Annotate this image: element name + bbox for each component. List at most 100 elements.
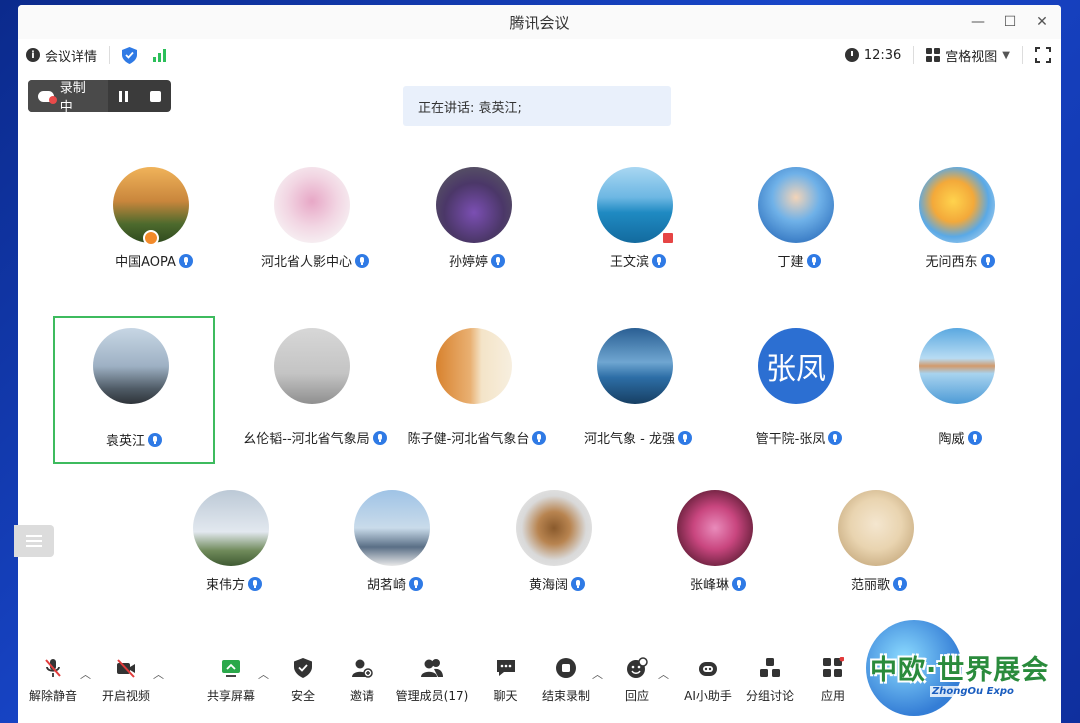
- participant-tile[interactable]: 张凤 管干院-张凤: [718, 316, 880, 464]
- participant-name: 孙婷婷: [448, 255, 488, 270]
- share-screen-label: 共享屏幕: [206, 689, 255, 703]
- mic-muted-icon: [45, 659, 61, 677]
- chat-icon: [496, 660, 515, 676]
- start-video-button[interactable]: 开启视频: [101, 654, 151, 704]
- members-icon: [421, 659, 443, 677]
- chevron-up-icon[interactable]: ︿: [658, 666, 669, 682]
- avatar: [597, 328, 673, 404]
- signal-icon[interactable]: [153, 48, 167, 62]
- breakout-button[interactable]: 分组讨论: [744, 654, 796, 704]
- avatar-text: 张凤: [766, 352, 826, 387]
- chevron-up-icon[interactable]: ︿: [153, 666, 164, 682]
- avatar: [93, 328, 169, 404]
- participant-name: 管干院-张凤: [755, 432, 826, 447]
- avatar: 张凤: [758, 328, 834, 404]
- grid-view-icon: [926, 48, 941, 62]
- mic-icon: [491, 253, 505, 268]
- end-recording-button[interactable]: 结束录制: [540, 654, 592, 704]
- participant-tile[interactable]: 丁建: [718, 155, 880, 303]
- top-right-controls: 12:36 宫格视图 ▼: [844, 39, 1051, 71]
- security-label: 安全: [290, 689, 315, 703]
- avatar: [919, 167, 995, 243]
- participant-tile[interactable]: 中国AOPA: [73, 155, 235, 303]
- meeting-timer: 12:36: [844, 48, 901, 63]
- mic-icon: [677, 430, 692, 445]
- participant-tile[interactable]: 陈子健-河北省气象台: [396, 316, 558, 464]
- manage-members-button[interactable]: 管理成员(17): [395, 654, 469, 704]
- watermark-logo: 中欧·世界展会 ZhongOu Expo: [860, 620, 1080, 723]
- security-button[interactable]: 安全: [283, 654, 323, 704]
- reactions-button[interactable]: 回应: [618, 654, 656, 704]
- reactions-label: 回应: [624, 689, 649, 703]
- divider: [109, 46, 111, 64]
- participant-tile[interactable]: 陶威: [879, 316, 1041, 464]
- chevron-up-icon[interactable]: ︿: [592, 666, 603, 682]
- participant-tile[interactable]: 王文滨: [557, 155, 719, 303]
- avatar: [838, 490, 914, 566]
- meeting-details-button[interactable]: i 会议详情: [26, 46, 97, 65]
- shield-icon: [294, 658, 312, 678]
- view-mode-label: 宫格视图: [945, 49, 998, 65]
- mic-icon: [893, 576, 907, 591]
- pause-recording-button[interactable]: [108, 80, 139, 112]
- mic-icon: [980, 253, 995, 268]
- stop-record-icon: [556, 658, 576, 678]
- participant-name-row: 袁英江: [35, 430, 233, 449]
- share-screen-button[interactable]: 共享屏幕: [206, 654, 256, 704]
- manage-members-label: 管理成员(17): [395, 689, 469, 703]
- participant-tile[interactable]: 河北气象 - 龙强: [557, 316, 719, 464]
- participant-tile[interactable]: 束伟方: [153, 478, 315, 626]
- close-icon[interactable]: ✕: [1029, 11, 1055, 33]
- participant-tile[interactable]: 无问西东: [879, 155, 1041, 303]
- participant-tile[interactable]: 黄海阔: [476, 478, 638, 626]
- camera-off-icon: [117, 659, 135, 678]
- participant-name: 袁英江: [105, 434, 145, 449]
- avatar: [677, 490, 753, 566]
- share-screen-icon: [222, 660, 240, 677]
- participant-name: 束伟方: [205, 578, 245, 593]
- unmute-button[interactable]: 解除静音: [28, 654, 78, 704]
- participant-name: 张峰琳: [689, 578, 729, 593]
- avatar: [436, 328, 512, 404]
- divider: [1022, 46, 1023, 64]
- avatar: [436, 167, 512, 243]
- maximize-icon[interactable]: ☐: [997, 11, 1023, 33]
- participant-name: 中国AOPA: [115, 255, 176, 270]
- avatar: [274, 328, 350, 404]
- recording-bar: 录制中: [28, 80, 171, 115]
- chevron-up-icon[interactable]: ︿: [258, 666, 269, 682]
- invite-button[interactable]: 邀请: [342, 654, 382, 704]
- participant-tile[interactable]: 胡茗崎: [314, 478, 476, 626]
- mic-icon: [248, 576, 262, 591]
- start-video-label: 开启视频: [101, 689, 150, 703]
- mic-icon: [409, 576, 423, 591]
- ai-assistant-button[interactable]: AI小助手: [682, 654, 734, 704]
- participant-tile[interactable]: 孙婷婷: [396, 155, 558, 303]
- active-speaker-banner: 正在讲话: 袁英江;: [403, 86, 671, 126]
- participant-tile[interactable]: 张峰琳: [637, 478, 799, 626]
- chevron-up-icon[interactable]: ︿: [80, 666, 91, 682]
- participant-tile[interactable]: 河北省人影中心: [234, 155, 396, 303]
- view-mode-dropdown[interactable]: 宫格视图 ▼: [926, 46, 1010, 65]
- participant-tile[interactable]: 范丽歌: [798, 478, 960, 626]
- avatar: [516, 490, 592, 566]
- avatar: [758, 167, 834, 243]
- participant-tile-active[interactable]: 袁英江: [53, 316, 215, 464]
- participant-tile[interactable]: 幺伦韬--河北省气象局: [234, 316, 396, 464]
- participant-name: 无问西东: [925, 255, 978, 270]
- participant-name: 丁建: [777, 255, 804, 270]
- apps-icon: [823, 657, 844, 677]
- stop-recording-button[interactable]: [140, 80, 171, 112]
- apps-button[interactable]: 应用: [813, 654, 853, 704]
- participant-name: 陶威: [938, 432, 965, 447]
- mic-icon: [148, 432, 162, 447]
- side-panel-toggle[interactable]: [14, 525, 54, 557]
- recording-label: 录制中: [59, 81, 86, 115]
- fullscreen-icon[interactable]: [1035, 47, 1051, 63]
- shield-icon[interactable]: [122, 46, 138, 64]
- mic-icon: [806, 253, 821, 268]
- chat-button[interactable]: 聊天: [488, 654, 523, 704]
- stop-icon: [149, 90, 161, 102]
- mic-icon: [652, 253, 666, 268]
- minimize-icon[interactable]: —: [965, 11, 991, 33]
